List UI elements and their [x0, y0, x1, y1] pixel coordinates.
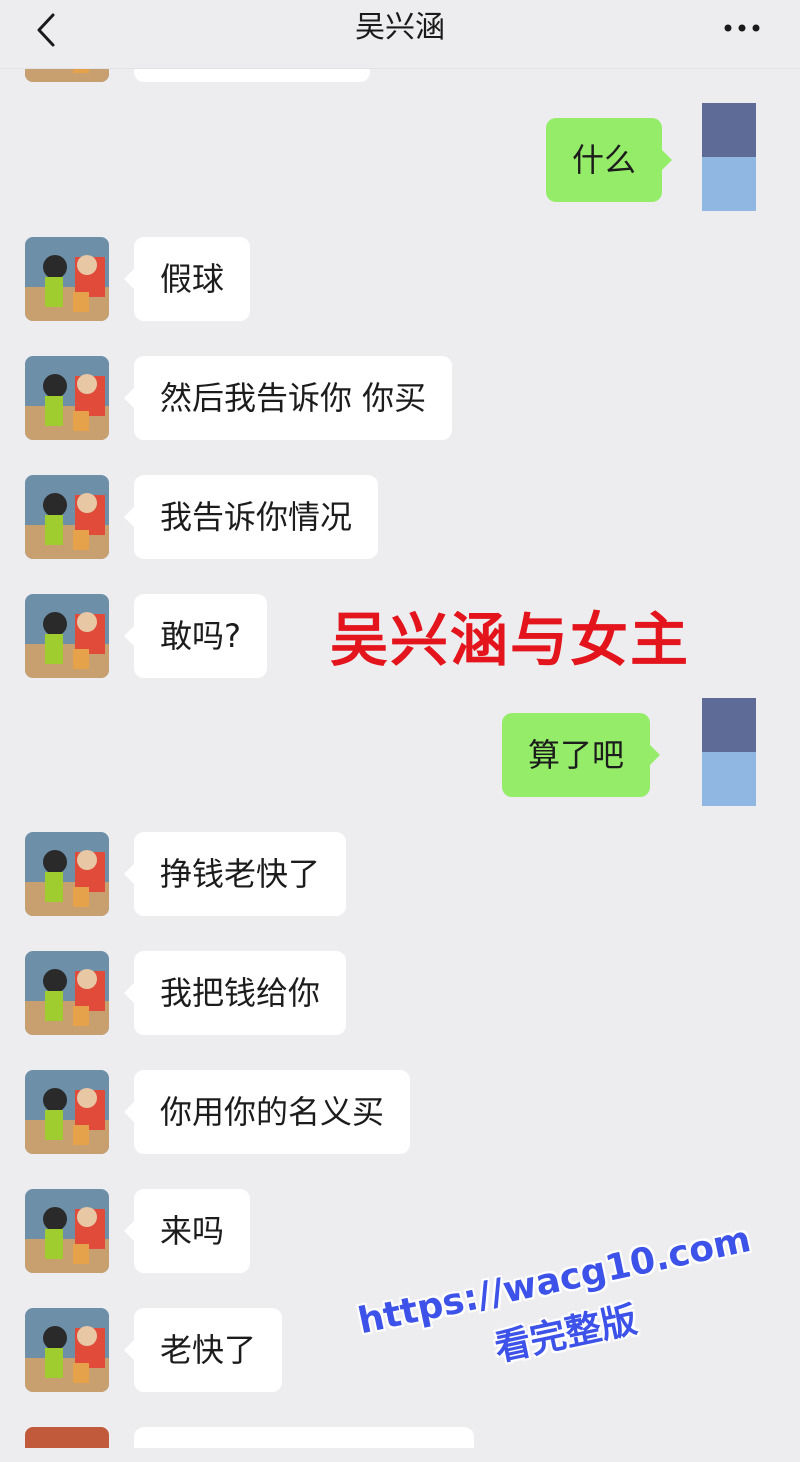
message-bubble-received[interactable]: 我把钱给你: [123, 951, 347, 1035]
message-bubble-received[interactable]: 老快了: [123, 1308, 283, 1392]
chat-title: 吴兴涵: [355, 10, 445, 45]
message-bubble-received[interactable]: 敢吗?: [124, 594, 267, 678]
contact-avatar[interactable]: [25, 237, 109, 321]
contact-avatar[interactable]: [25, 475, 109, 559]
contact-avatar[interactable]: [25, 1427, 109, 1448]
message-bubble-received[interactable]: 假球: [123, 237, 251, 321]
overlay-caption: 吴兴涵与女主: [330, 606, 691, 674]
more-button[interactable]: [720, 12, 764, 44]
contact-avatar[interactable]: [25, 356, 109, 440]
message-bubble-received[interactable]: 然后我告诉你 你买: [123, 356, 453, 440]
message-bubble-sent[interactable]: 算了吧: [502, 713, 661, 797]
contact-avatar[interactable]: [25, 1070, 109, 1154]
my-avatar[interactable]: [702, 103, 756, 211]
message-bubble-received[interactable]: 来吗: [123, 1189, 251, 1273]
my-avatar[interactable]: [702, 698, 756, 806]
contact-avatar[interactable]: [25, 832, 109, 916]
message-bubble-sent[interactable]: 什么: [546, 118, 673, 202]
more-dots-icon: [724, 24, 760, 32]
contact-avatar[interactable]: [25, 1308, 109, 1392]
message-bubble-received[interactable]: 我告诉你情况: [123, 475, 379, 559]
message-bubble-received[interactable]: 挣钱老快了: [123, 832, 347, 916]
chat-header: 吴兴涵: [0, 0, 800, 69]
message-bubble-received[interactable]: 你用你的名义买: [123, 1070, 411, 1154]
watermark: https://wacg10.com 看完整版: [343, 1208, 789, 1462]
chat-area: 什么 假球 然后我告诉你 你买 我告诉你情况 敢吗? 算了吧 挣钱老快了 我把钱…: [0, 0, 800, 1448]
contact-avatar[interactable]: [25, 1189, 109, 1273]
contact-avatar[interactable]: [25, 951, 109, 1035]
contact-avatar[interactable]: [25, 594, 109, 678]
